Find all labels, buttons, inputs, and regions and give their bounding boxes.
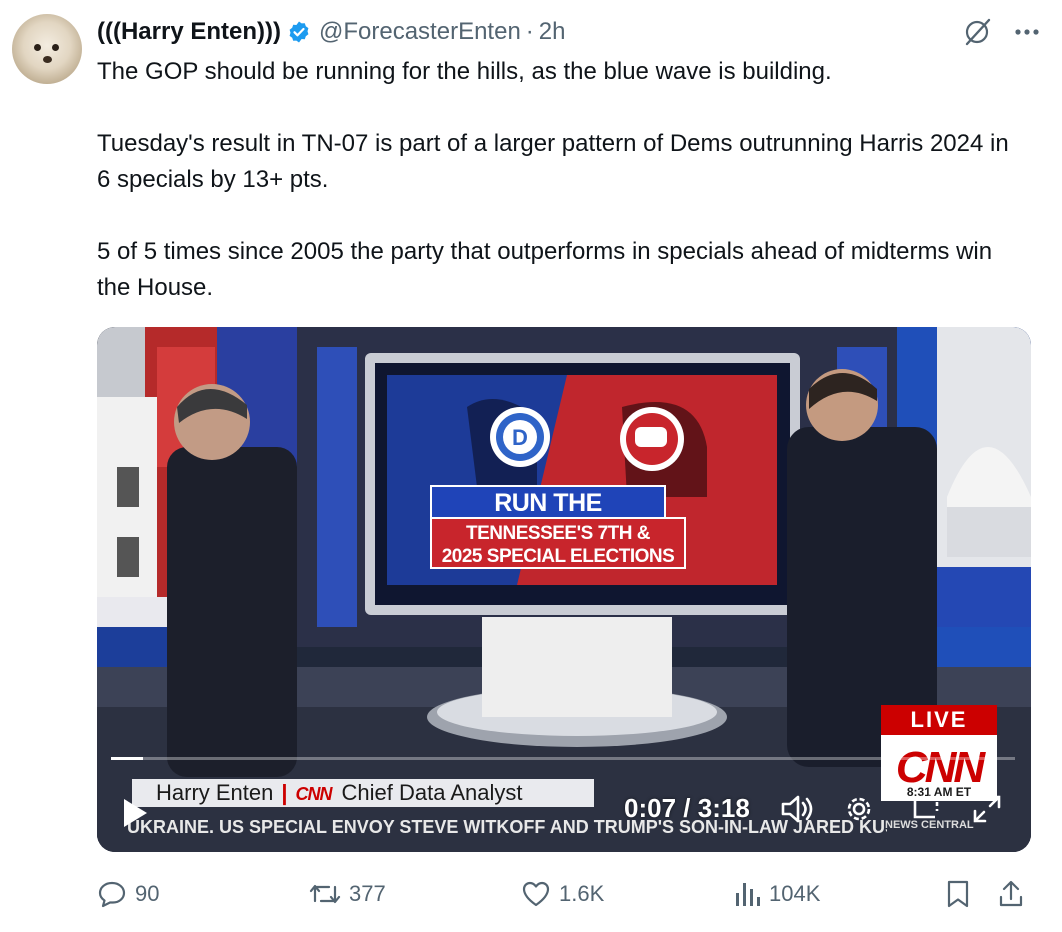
lower-third-role: Chief Data Analyst	[341, 780, 523, 805]
repost-icon	[309, 884, 341, 904]
fullscreen-icon[interactable]	[971, 793, 1003, 825]
more-icon[interactable]	[1014, 27, 1040, 37]
bookmark-button[interactable]	[945, 872, 971, 916]
timestamp[interactable]: 2h	[539, 18, 566, 46]
like-count: 1.6K	[559, 881, 605, 906]
reply-button[interactable]: 90	[97, 872, 159, 916]
views-icon	[736, 883, 760, 906]
video-progress-fill	[111, 757, 143, 760]
like-icon	[522, 881, 550, 907]
volume-icon[interactable]	[779, 793, 815, 825]
screen-subtitle: TENNESSEE'S 7TH & 2025 SPECIAL ELECTIONS	[430, 517, 686, 569]
repost-button[interactable]: 377	[309, 872, 386, 916]
display-name[interactable]: (((Harry Enten)))	[97, 18, 281, 46]
repost-count: 377	[349, 881, 386, 906]
reply-icon	[98, 881, 126, 908]
verified-badge-icon	[289, 21, 309, 43]
tweet-actions: 90 377 1.6K 104K	[97, 872, 1031, 916]
avatar-nose	[43, 56, 52, 63]
live-badge: LIVE	[881, 705, 997, 735]
separator-dot: ·	[525, 18, 534, 45]
lower-third-network: CNN	[295, 784, 333, 804]
pip-icon[interactable]	[909, 793, 941, 825]
handle[interactable]: @ForecasterEnten	[319, 18, 521, 46]
grok-icon[interactable]	[962, 17, 992, 47]
bookmark-icon	[947, 880, 969, 908]
views-button[interactable]: 104K	[733, 872, 820, 916]
lower-third-name: Harry Enten	[156, 780, 274, 805]
screen-title: RUN THE NUMBERS	[430, 485, 666, 549]
lower-third-separator: |	[281, 780, 288, 805]
svg-text:D: D	[512, 425, 528, 450]
like-button[interactable]: 1.6K	[521, 872, 604, 916]
avatar-eye	[34, 44, 41, 51]
video-progress-bar[interactable]	[111, 757, 1015, 760]
play-icon[interactable]	[121, 797, 149, 829]
settings-icon[interactable]	[843, 793, 875, 825]
current-time: 0:07	[624, 793, 677, 823]
share-icon	[999, 880, 1023, 907]
share-button[interactable]	[997, 872, 1025, 916]
video-time: 0:07 / 3:18	[624, 793, 750, 824]
lower-third: Harry Enten | CNN Chief Data Analyst	[132, 779, 594, 807]
duration: 3:18	[697, 793, 750, 823]
news-ticker: UKRAINE. US SPECIAL ENVOY STEVE WITKOFF …	[127, 817, 887, 837]
avatar-eye	[52, 44, 59, 51]
video-player[interactable]: D RUN THE NUMBERS TENNESSEE'S 7TH & 2025…	[97, 327, 1031, 852]
time-separator: /	[683, 793, 691, 823]
avatar[interactable]	[12, 14, 82, 84]
tweet-header: (((Harry Enten))) @ForecasterEnten · 2h	[97, 14, 1042, 50]
reply-count: 90	[135, 881, 160, 906]
tweet-text: The GOP should be running for the hills,…	[97, 58, 1009, 301]
view-count: 104K	[769, 881, 821, 906]
